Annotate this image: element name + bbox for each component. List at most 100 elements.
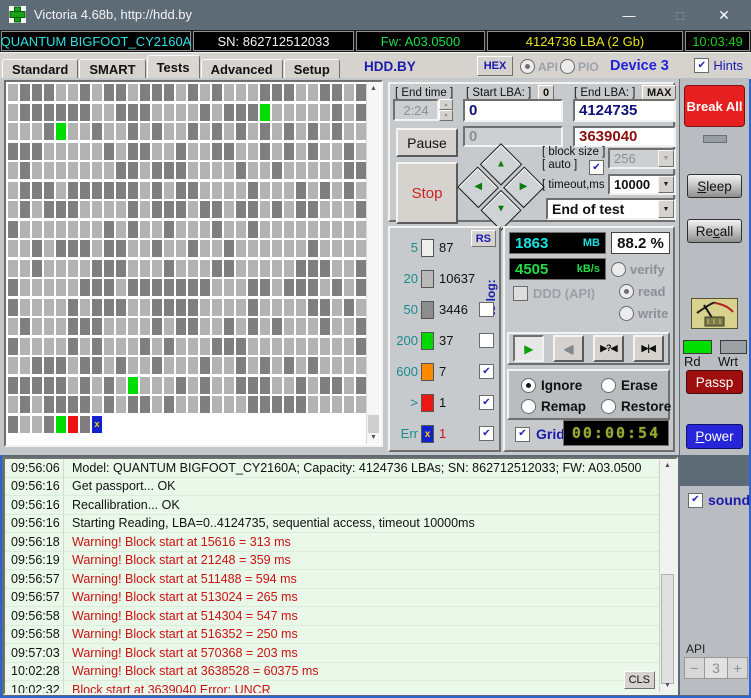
seek-test-button[interactable]: ▶?◀	[593, 335, 624, 362]
sleep-button[interactable]: Sleep	[687, 174, 742, 198]
scroll-up-icon[interactable]	[660, 460, 675, 472]
timeout-combo[interactable]: 10000	[608, 174, 676, 195]
grid-checkbox[interactable]: Grid	[515, 426, 565, 442]
to-log-checkbox[interactable]	[479, 364, 494, 379]
chevron-down-icon[interactable]	[658, 200, 674, 218]
scan-block	[56, 182, 66, 199]
passport-button[interactable]: Passp	[686, 370, 743, 394]
pause-button[interactable]: Pause	[396, 128, 458, 157]
pio-radio-circle[interactable]	[560, 59, 575, 74]
scan-block	[80, 260, 90, 277]
rs-button[interactable]: RS	[471, 230, 496, 247]
read-radio[interactable]: read	[619, 284, 665, 299]
spinner-arrows-icon[interactable]	[439, 99, 453, 121]
scan-block	[68, 279, 78, 296]
api-radio-circle[interactable]	[520, 59, 535, 74]
site-link[interactable]: HDD.BY	[364, 59, 416, 74]
end-lba-input[interactable]: 4124735	[573, 99, 676, 122]
pio-radio[interactable]: PIO	[560, 59, 599, 74]
to-log-checkbox[interactable]	[479, 302, 494, 317]
grid-scrollbar-thumb[interactable]	[368, 415, 379, 433]
sound-checkbox[interactable]: sound	[688, 492, 750, 508]
start-lba-shadow-field: 0	[463, 126, 563, 147]
ddd-checkbox-box[interactable]	[513, 286, 528, 301]
read-radio-circle[interactable]	[619, 284, 634, 299]
cls-button[interactable]: CLS	[624, 671, 655, 689]
scan-block	[344, 260, 354, 277]
start-lba-input[interactable]: 0	[463, 99, 563, 122]
end-time-spinner[interactable]: 2:24	[393, 99, 453, 121]
scan-block	[176, 240, 186, 257]
break-all-button[interactable]: Break All	[684, 85, 745, 127]
tab-advanced[interactable]: Advanced	[201, 59, 283, 79]
scan-block	[152, 201, 162, 218]
log-scrollbar-thumb[interactable]	[661, 574, 674, 684]
scroll-down-icon[interactable]	[660, 680, 675, 692]
chevron-down-icon[interactable]	[658, 150, 674, 167]
tab-setup[interactable]: Setup	[284, 59, 340, 79]
sound-checkbox-box[interactable]	[688, 493, 703, 508]
tab-smart[interactable]: SMART	[79, 59, 145, 79]
block-size-combo[interactable]: 256	[608, 148, 676, 169]
scan-block	[104, 221, 114, 238]
hex-button[interactable]: HEX	[477, 56, 513, 76]
scan-block	[140, 396, 150, 413]
minimize-button[interactable]: —	[607, 0, 651, 30]
scan-block	[128, 162, 138, 179]
hints-checkbox[interactable]: Hints	[694, 58, 743, 73]
zero-button[interactable]: 0	[538, 85, 554, 100]
grid-scrollbar[interactable]	[366, 83, 380, 444]
power-button[interactable]: Power	[686, 424, 743, 449]
ignore-radio[interactable]: Ignore	[521, 378, 582, 393]
auto-checkbox[interactable]	[589, 160, 604, 175]
scan-block	[200, 299, 210, 316]
scan-block	[80, 338, 90, 355]
tab-tests[interactable]: Tests	[147, 55, 200, 79]
scroll-up-icon[interactable]	[367, 83, 380, 95]
scan-block	[92, 279, 102, 296]
scan-block	[188, 260, 198, 277]
verify-radio-circle[interactable]	[611, 262, 626, 277]
close-button[interactable]: ✕	[702, 0, 746, 30]
hints-checkbox-box[interactable]	[694, 58, 709, 73]
restore-radio-circle[interactable]	[601, 399, 616, 414]
scan-block	[332, 240, 342, 257]
ignore-radio-circle[interactable]	[521, 378, 536, 393]
to-log-checkbox[interactable]	[479, 426, 494, 441]
remap-radio-circle[interactable]	[521, 399, 536, 414]
scan-block	[188, 84, 198, 101]
to-log-checkbox[interactable]	[479, 395, 494, 410]
back-scan-button[interactable]: ◀	[553, 335, 584, 362]
scan-block	[296, 123, 306, 140]
start-scan-button[interactable]: ▶	[513, 335, 544, 362]
action-combo[interactable]: End of test	[546, 198, 676, 220]
write-radio-circle[interactable]	[619, 306, 634, 321]
scroll-down-icon[interactable]	[367, 432, 380, 444]
minus-button[interactable]: −	[684, 657, 705, 679]
stop-button[interactable]: Stop	[396, 162, 458, 224]
ddd-checkbox[interactable]: DDD (API)	[513, 286, 595, 301]
api-radio[interactable]: API	[520, 59, 558, 74]
to-log-checkbox[interactable]	[479, 333, 494, 348]
restore-radio[interactable]: Restore	[601, 399, 671, 414]
scan-block	[56, 377, 66, 394]
maximize-button[interactable]: □	[658, 0, 702, 30]
remap-radio[interactable]: Remap	[521, 399, 586, 414]
max-button[interactable]: MAX	[642, 85, 676, 100]
scan-block	[212, 143, 222, 160]
seek-diamond-control[interactable]: ▲ ▶ ◀ ▼	[457, 143, 545, 231]
erase-radio-circle[interactable]	[601, 378, 616, 393]
erase-radio[interactable]: Erase	[601, 378, 658, 393]
log-scrollbar[interactable]	[659, 460, 675, 692]
verify-radio[interactable]: verify	[611, 262, 665, 277]
grid-checkbox-box[interactable]	[515, 427, 530, 442]
step-test-button[interactable]: ▶|◀	[633, 335, 664, 362]
tab-standard[interactable]: Standard	[2, 59, 78, 79]
write-radio[interactable]: write	[619, 306, 668, 321]
scan-block	[344, 318, 354, 335]
scan-block	[212, 260, 222, 277]
recall-button[interactable]: Recall	[687, 219, 742, 243]
chevron-down-icon[interactable]	[658, 176, 674, 193]
plus-button[interactable]: +	[727, 657, 748, 679]
api-number-stepper[interactable]: − 3 +	[684, 657, 747, 679]
